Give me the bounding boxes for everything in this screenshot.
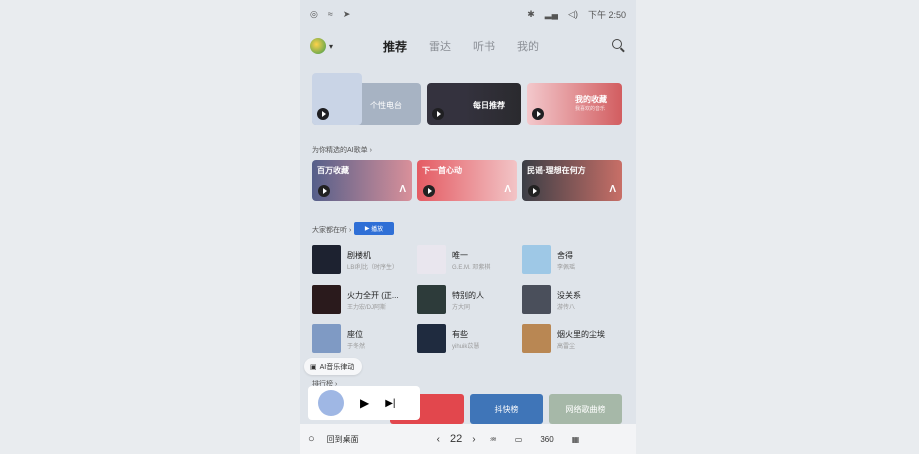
grid-icon[interactable]: ▦ xyxy=(572,435,580,444)
signal-icon: ▂▄ xyxy=(544,8,559,19)
play-icon[interactable] xyxy=(423,185,435,197)
fan-360[interactable]: 360 xyxy=(540,435,553,444)
ai-section-title[interactable]: 为你精选的AI歌单 › xyxy=(312,145,372,155)
album-cover xyxy=(522,245,551,274)
tab-radar[interactable]: 雷达 xyxy=(429,38,451,55)
play-icon[interactable]: ▶ xyxy=(360,396,369,410)
album-cover xyxy=(312,245,341,274)
top-nav: ▾ 推荐 雷达 听书 我的 xyxy=(300,32,636,60)
song-item[interactable]: 舍得 李佩瑶 xyxy=(522,245,622,275)
logo-icon: Λ xyxy=(609,184,616,195)
search-icon[interactable] xyxy=(612,39,622,49)
album-cover xyxy=(417,245,446,274)
temperature: 22 xyxy=(450,433,463,445)
home-label[interactable]: 回到桌面 xyxy=(327,434,359,445)
song-item[interactable]: 剧楼机 LBI利比（时序生） xyxy=(312,245,412,275)
tab-recommend[interactable]: 推荐 xyxy=(383,38,407,55)
seat-icon[interactable]: ▭ xyxy=(515,435,523,444)
album-cover xyxy=(417,324,446,353)
mini-player[interactable]: ▶ ▶| xyxy=(308,386,420,420)
tab-mine[interactable]: 我的 xyxy=(517,38,539,55)
album-cover xyxy=(522,285,551,314)
ai-rhythm-pill[interactable]: ▣ AI音乐律动 xyxy=(304,358,362,375)
song-item[interactable]: 没关系 游传八 xyxy=(522,285,622,315)
volume-icon: ◁) xyxy=(568,8,578,19)
ai-card-1[interactable]: 百万收藏 Λ xyxy=(312,160,412,201)
home-circle-icon[interactable]: ○ xyxy=(308,433,315,445)
bluetooth-icon: ✱ xyxy=(527,8,535,19)
next-icon[interactable]: ▶| xyxy=(385,398,395,409)
featured-label: 每日推荐 xyxy=(473,101,505,110)
ai-card-3[interactable]: 民谣·理想在何方 Λ xyxy=(522,160,622,201)
featured-favorites[interactable]: 我的收藏 我喜欢的音乐 xyxy=(527,83,622,125)
hot-section-title[interactable]: 大家都在听 › xyxy=(312,225,351,235)
logo-icon: Λ xyxy=(399,184,406,195)
play-icon[interactable] xyxy=(317,108,329,120)
featured-daily[interactable]: 每日推荐 xyxy=(427,83,521,125)
play-icon[interactable] xyxy=(532,108,544,120)
featured-personal-radio[interactable]: 个性电台 xyxy=(312,73,421,125)
chevron-left-icon[interactable]: ‹ xyxy=(437,434,440,445)
album-cover xyxy=(312,324,341,353)
album-cover xyxy=(417,285,446,314)
play-icon[interactable] xyxy=(528,185,540,197)
play-icon[interactable] xyxy=(432,108,444,120)
featured-sub: 我喜欢的音乐 xyxy=(575,106,606,112)
bottom-bar: ○ 回到桌面 ‹ 22 › ♒ ▭ 360 ▦ xyxy=(300,424,636,454)
song-item[interactable]: 座位 于冬然 xyxy=(312,324,412,354)
player-cover xyxy=(318,390,344,416)
chevron-right-icon[interactable]: › xyxy=(472,434,475,445)
status-time: 下午 2:50 xyxy=(587,9,626,20)
location-icon: ➤ xyxy=(342,8,351,19)
avatar[interactable] xyxy=(310,38,326,54)
album-cover xyxy=(522,324,551,353)
play-all-button[interactable]: ▶ 播放 xyxy=(354,222,394,235)
tab-audiobook[interactable]: 听书 xyxy=(473,38,495,55)
status-bar: ◎ ≈ ➤ ✱ ▂▄ ◁) 下午 2:50 xyxy=(300,0,636,28)
wifi-icon: ≈ xyxy=(327,9,333,19)
song-item[interactable]: 烟火里的尘埃 高雷尘 xyxy=(522,324,622,354)
rank-card-1[interactable]: 抖快榜 xyxy=(470,394,543,424)
song-item[interactable]: 火力全开 (正... 王力宏/DJ阿斯 xyxy=(312,285,412,315)
featured-label: 个性电台 xyxy=(370,101,402,110)
song-item[interactable]: 唯一 G.E.M. 邓紫棋 xyxy=(417,245,517,275)
user-icon: ◎ xyxy=(310,8,318,19)
defrost-icon[interactable]: ♒ xyxy=(490,435,497,444)
ai-icon: ▣ xyxy=(310,363,317,371)
song-item[interactable]: 有些 yihuik苡慧 xyxy=(417,324,517,354)
song-item[interactable]: 特别的人 方大同 xyxy=(417,285,517,315)
play-icon[interactable] xyxy=(318,185,330,197)
ai-card-2[interactable]: 下一首心动 Λ xyxy=(417,160,517,201)
rank-card-2[interactable]: 网络歌曲榜 xyxy=(549,394,622,424)
album-cover xyxy=(312,285,341,314)
logo-icon: Λ xyxy=(504,184,511,195)
chevron-down-icon[interactable]: ▾ xyxy=(329,42,333,51)
featured-label: 我的收藏 xyxy=(575,95,607,104)
